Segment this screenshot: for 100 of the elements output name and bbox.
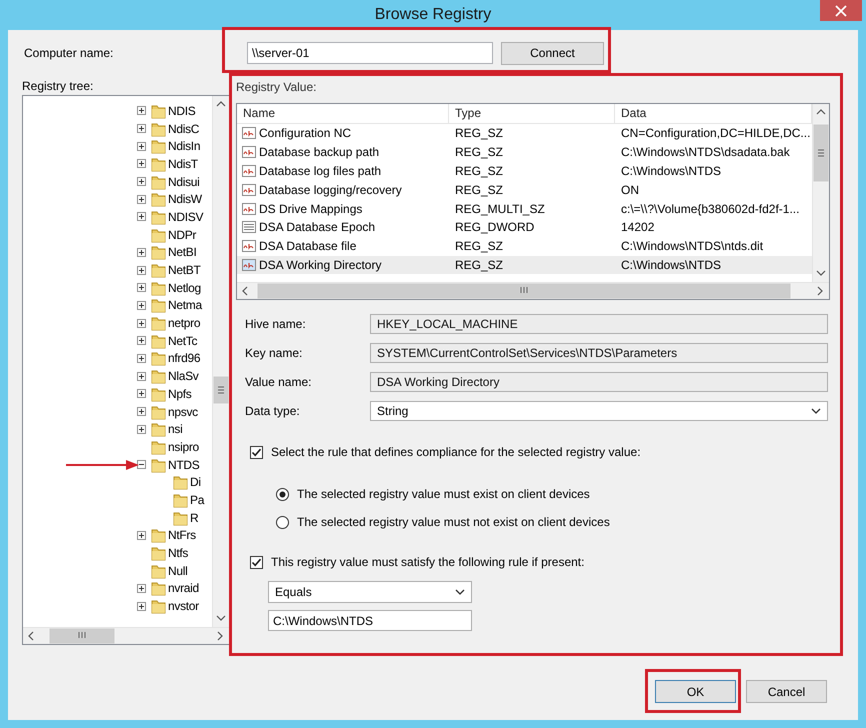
table-cell-text: C:\Windows\NTDS [620, 164, 722, 178]
tree-item[interactable]: NDPr [23, 226, 212, 244]
dialog-button[interactable]: OK [655, 680, 736, 703]
checkbox[interactable] [250, 556, 263, 568]
expand-icon[interactable] [137, 372, 146, 381]
read-only-field[interactable]: SYSTEM\CurrentControlSet\Services\NTDS\Parameters [370, 343, 828, 363]
expand-icon[interactable] [137, 124, 146, 134]
expand-icon[interactable] [137, 283, 146, 292]
tree-item[interactable]: R [23, 508, 212, 526]
expand-icon[interactable] [137, 424, 146, 434]
table-cell-text: REG_SZ [454, 258, 504, 272]
expand-icon[interactable] [137, 407, 146, 416]
table-cell-text: REG_SZ [454, 164, 504, 178]
connect-button[interactable]: Connect [501, 42, 604, 64]
table-row[interactable]: DS Drive Mappings REG_MULTI_SZ c:\=\\?\Volume{b380602d-fd2f-1... [237, 199, 812, 218]
field-label: Hive name: [245, 317, 307, 331]
folder-icon [151, 156, 166, 172]
read-only-field[interactable]: DSA Working Directory [370, 372, 828, 392]
tree-item[interactable]: Ndisui [23, 172, 212, 190]
expand-icon[interactable] [137, 159, 146, 168]
expand-icon[interactable] [137, 584, 146, 593]
tree-item[interactable]: NDISV [23, 208, 212, 226]
tree-item[interactable]: nvstor [23, 597, 212, 615]
folder-icon [173, 492, 188, 508]
operator-dropdown[interactable]: Equals [268, 581, 472, 603]
tree-item[interactable]: NdisT [23, 155, 212, 173]
table-row[interactable]: DSA Database Epoch REG_DWORD 14202 [237, 218, 812, 237]
expand-icon[interactable] [137, 389, 146, 398]
tree-item[interactable]: nsipro [23, 438, 212, 456]
folder-icon [151, 120, 166, 137]
tree-item[interactable]: Pa [23, 491, 212, 509]
tree-item[interactable]: NetBT [23, 261, 212, 279]
expand-icon[interactable] [137, 318, 146, 328]
tree-item[interactable]: Netma [23, 296, 212, 314]
expand-icon[interactable] [137, 530, 146, 540]
collapse-icon[interactable] [137, 460, 146, 470]
folder-icon [173, 474, 188, 490]
folder-icon [151, 404, 166, 420]
table-cell-text: c:\=\\?\Volume{b380602d-fd2f-1... [620, 202, 800, 216]
table-cell-text: REG_MULTI_SZ [454, 202, 546, 216]
scrollbar-thumb[interactable] [49, 628, 115, 644]
radio-button[interactable] [276, 516, 289, 528]
caret-icon [455, 589, 465, 595]
table-row[interactable]: Database backup path REG_SZ C:\Windows\NTDS\dsadata.bak [237, 142, 812, 162]
expand-icon[interactable] [137, 212, 146, 222]
value-field[interactable]: C:\Windows\NTDS [268, 610, 472, 631]
tree-item[interactable]: npsvc [23, 402, 212, 420]
column-header[interactable]: Name [237, 104, 449, 123]
tree-item[interactable]: NdisC [23, 120, 212, 138]
tree-item[interactable]: Di [23, 473, 212, 492]
tree-item[interactable]: NetBI [23, 244, 212, 262]
tree-item[interactable]: NTDS [23, 456, 212, 474]
expand-icon[interactable] [137, 177, 146, 186]
scrollbar-thumb[interactable] [257, 283, 791, 299]
scrollbar-thumb[interactable] [213, 376, 229, 404]
tree-item[interactable]: Ntfs [23, 544, 212, 562]
folder-icon [151, 545, 166, 562]
expand-icon[interactable] [137, 106, 146, 116]
table-row[interactable]: Configuration NC REG_SZ CN=Configuration,DC=HILDE,DC... [237, 124, 812, 143]
expand-icon[interactable] [137, 194, 146, 204]
tree-item[interactable]: Null [23, 562, 212, 580]
table-row[interactable]: DSA Working Directory REG_SZ C:\Windows\NTDS [237, 256, 812, 274]
radio-label: The selected registry value must exist on client devices [297, 487, 590, 501]
tree-item[interactable]: netpro [23, 314, 212, 332]
expand-icon[interactable] [137, 602, 146, 611]
checkbox-label: Select the rule that defines compliance for the selected registry value: [271, 445, 641, 459]
expand-icon[interactable] [137, 336, 146, 346]
string-value-icon [241, 239, 257, 254]
folder-icon [151, 368, 166, 384]
close-button[interactable] [820, 0, 862, 21]
checkbox[interactable] [250, 446, 263, 458]
tree-item[interactable]: nsi [23, 420, 212, 438]
dialog-button[interactable]: Cancel [746, 680, 827, 703]
expand-icon[interactable] [137, 354, 146, 363]
expand-icon[interactable] [137, 266, 146, 275]
radio-button[interactable] [276, 488, 289, 500]
tree-item[interactable]: Npfs [23, 385, 212, 403]
column-header[interactable]: Type [449, 104, 615, 123]
tree-item[interactable]: NDIS [23, 102, 212, 120]
tree-item[interactable]: Netlog [23, 278, 212, 297]
table-cell-text: ON [620, 182, 640, 197]
computer-name-field[interactable]: \\server-01 [247, 42, 493, 64]
expand-icon[interactable] [137, 300, 146, 310]
tree-item[interactable]: NetTc [23, 332, 212, 350]
read-only-field[interactable]: HKEY_LOCAL_MACHINE [370, 314, 828, 334]
expand-icon[interactable] [137, 248, 146, 257]
dropdown[interactable]: String [370, 401, 828, 421]
tree-item[interactable]: NdisIn [23, 137, 212, 156]
tree-item[interactable]: NdisW [23, 190, 212, 208]
folder-icon [151, 208, 166, 225]
table-cell-text: REG_SZ [454, 239, 504, 254]
table-row[interactable]: DSA Database file REG_SZ C:\Windows\NTDS\ntds.dit [237, 236, 812, 256]
table-row[interactable]: Database logging/recovery REG_SZ ON [237, 180, 812, 200]
expand-icon[interactable] [137, 142, 146, 151]
tree-item[interactable]: NtFrs [23, 526, 212, 544]
tree-item[interactable]: NlaSv [23, 367, 212, 385]
tree-item[interactable]: nfrd96 [23, 350, 212, 368]
table-row[interactable]: Database log files path REG_SZ C:\Windows\NTDS [237, 162, 812, 180]
tree-item[interactable]: nvraid [23, 580, 212, 598]
scrollbar-thumb[interactable] [813, 124, 829, 182]
